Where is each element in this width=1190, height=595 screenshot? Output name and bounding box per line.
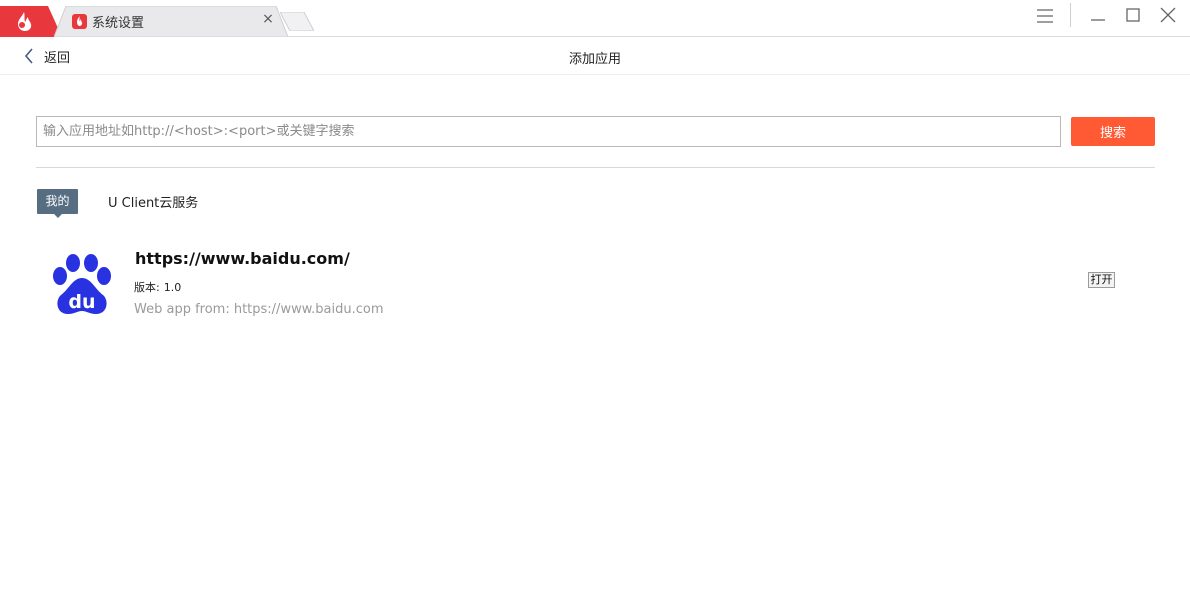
maximize-icon[interactable] bbox=[1121, 4, 1145, 28]
menu-icon[interactable] bbox=[1033, 4, 1057, 28]
tab-close-icon[interactable]: × bbox=[261, 12, 275, 26]
search-input[interactable] bbox=[36, 116, 1061, 147]
open-app-button[interactable]: 打开 bbox=[1088, 272, 1115, 288]
minimize-icon[interactable] bbox=[1086, 4, 1110, 28]
nav-bar: 返回 添加应用 bbox=[0, 37, 1190, 75]
svg-text:du: du bbox=[68, 291, 95, 313]
baidu-paw-icon: du bbox=[53, 254, 111, 314]
app-version-label: 版本: bbox=[134, 281, 160, 294]
app-version: 版本: 1.0 bbox=[134, 279, 181, 295]
tab-label: 系统设置 bbox=[92, 16, 145, 31]
app-logo-icon[interactable] bbox=[0, 6, 62, 37]
category-tab-mine[interactable]: 我的 bbox=[37, 189, 78, 218]
title-bar: 系统设置 × bbox=[0, 0, 1190, 37]
app-name: https://www.baidu.com/ bbox=[135, 249, 350, 268]
divider bbox=[36, 167, 1155, 168]
titlebar-separator bbox=[1070, 3, 1071, 27]
search-button[interactable]: 搜索 bbox=[1071, 117, 1155, 146]
new-tab-button[interactable] bbox=[280, 12, 314, 31]
close-icon[interactable] bbox=[1156, 4, 1180, 28]
page-title: 添加应用 bbox=[568, 52, 621, 67]
app-version-value: 1.0 bbox=[163, 281, 182, 294]
settings-tab-favicon-icon bbox=[72, 14, 87, 29]
tab-system-settings[interactable] bbox=[54, 6, 288, 37]
app-source: Web app from: https://www.baidu.com bbox=[134, 302, 384, 317]
category-tab-uclient-cloud[interactable]: U Client云服务 bbox=[108, 192, 198, 211]
